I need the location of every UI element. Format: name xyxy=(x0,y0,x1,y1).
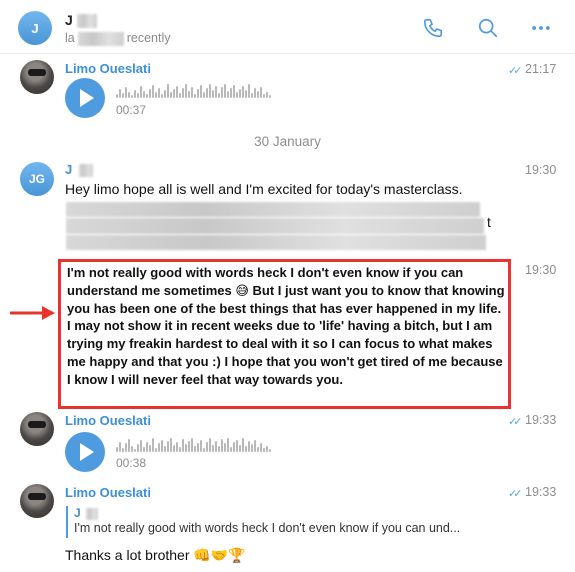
message-time: 19:33 xyxy=(525,485,557,499)
message-body: Thanks a lot brother 👊🤝🏆 xyxy=(65,547,246,563)
reply-quote-text: I'm not really good with words heck I do… xyxy=(74,521,461,535)
contact-name[interactable]: J xyxy=(65,12,97,29)
redacted-block xyxy=(86,507,99,520)
voice-waveform[interactable] xyxy=(116,82,271,98)
read-checkmarks-icon: ✓✓ xyxy=(508,416,523,428)
date-separator: 30 January xyxy=(254,134,321,149)
message-time: 21:17 xyxy=(525,62,557,76)
play-button[interactable] xyxy=(65,78,105,118)
sender-name[interactable]: Limo Oueslati xyxy=(65,413,151,428)
voice-waveform[interactable] xyxy=(116,436,271,452)
phone-icon[interactable] xyxy=(420,15,446,41)
sender-name[interactable]: Limo Oueslati xyxy=(65,485,151,500)
voice-duration: 00:38 xyxy=(116,456,147,470)
message-time: 19:30 xyxy=(525,263,557,277)
avatar[interactable] xyxy=(20,60,54,94)
read-checkmarks-icon: ✓✓ xyxy=(508,488,523,500)
contact-avatar[interactable]: J xyxy=(18,11,52,45)
contact-avatar-initial: J xyxy=(31,20,39,36)
avatar[interactable]: JG xyxy=(20,162,54,196)
play-button[interactable] xyxy=(65,432,105,472)
reply-quote-name: J xyxy=(74,506,506,520)
more-icon[interactable] xyxy=(528,15,554,41)
chat-header: J J la recently xyxy=(0,0,575,54)
redacted-block xyxy=(78,164,93,178)
message-time: 19:30 xyxy=(525,163,557,177)
sender-name[interactable]: Limo Oueslati xyxy=(65,61,151,76)
redacted-block xyxy=(66,218,484,234)
redacted-block xyxy=(66,202,480,217)
avatar[interactable] xyxy=(20,412,54,446)
message-time: 19:33 xyxy=(525,413,557,427)
reply-quote[interactable]: J I'm not really good with words heck I … xyxy=(66,506,506,538)
message-fragment: t xyxy=(487,214,491,230)
redacted-block xyxy=(77,31,124,46)
message-body: I'm not really good with words heck I do… xyxy=(67,265,505,387)
contact-status: la recently xyxy=(65,31,171,46)
sender-name[interactable]: J xyxy=(65,162,93,178)
read-checkmarks-icon: ✓✓ xyxy=(508,65,523,77)
voice-duration: 00:37 xyxy=(116,103,147,117)
message-body: Hey limo hope all is well and I'm excite… xyxy=(65,181,463,197)
redacted-block xyxy=(66,235,486,250)
redacted-block xyxy=(76,14,97,29)
search-icon[interactable] xyxy=(475,15,501,41)
arrow-annotation-icon xyxy=(10,306,55,320)
highlighted-message: I'm not really good with words heck I do… xyxy=(58,259,511,409)
avatar[interactable] xyxy=(20,484,54,518)
